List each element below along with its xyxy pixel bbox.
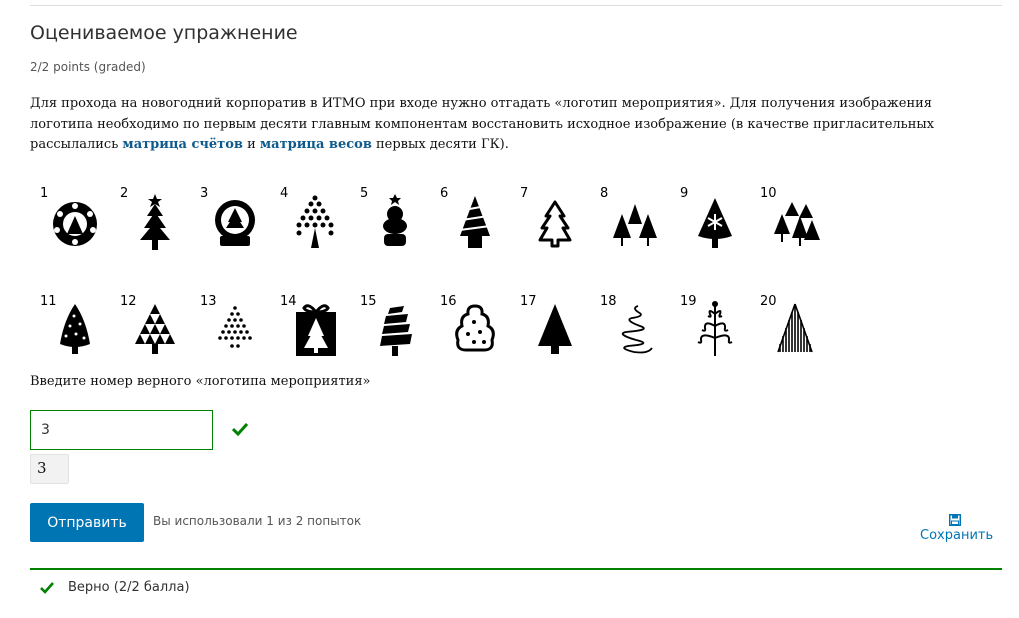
striped-tree-pot-icon [459,196,491,248]
check-icon [40,581,54,594]
logo-option-7: 7 [520,186,580,256]
dotted-tree-icon [296,195,334,248]
save-icon [949,514,961,526]
logo-option-10: 10 [760,186,820,256]
logo-option-14: 14 [280,294,340,364]
dotted-cone-icon [60,304,90,354]
submit-button[interactable]: Отправить [30,503,144,542]
logo-option-13: 13 [200,294,260,364]
logo-option-4: 4 [280,186,340,256]
scores-matrix-link[interactable]: матрица счётов [122,137,243,152]
logo-option-9: 9 [680,186,740,256]
attempts-text: Вы использовали 1 из 2 попыток [153,514,362,528]
solid-tree-icon [538,304,572,354]
points-status: 2/2 points (graded) [30,60,146,74]
wreath-tree-icon [53,202,97,246]
answer-preview: 3 [30,454,69,484]
logo-option-16: 16 [440,294,500,364]
result-status: Верно (2/2 балла) [40,580,190,595]
logo-option-17: 17 [520,294,580,364]
logo-option-20: 20 [760,294,820,364]
dot-pyramid-icon [218,306,252,348]
round-tree-pot-icon [383,194,407,246]
result-label: Верно (2/2 балла) [68,580,190,595]
outline-tree-icon [538,200,572,248]
gift-box-icon [296,304,336,356]
logo-option-18: 18 [600,294,660,364]
problem-description: Для прохода на новогодний корпоратив в И… [30,96,935,152]
problem-title: Оцениваемое упражнение [30,22,298,44]
top-divider [30,5,1002,6]
correct-check-icon [231,421,249,440]
triangle-tree-icon [135,304,175,354]
star-tree-icon [140,194,170,250]
three-trees-icon [613,204,657,246]
save-button[interactable]: Сохранить [920,514,994,543]
answer-prompt: Введите номер верного «логотипа мероприя… [30,374,371,389]
save-label: Сохранить [920,528,994,543]
status-bar [30,568,1002,570]
logo-option-19: 19 [680,294,740,364]
forest-icon [774,202,820,246]
logo-option-12: 12 [120,294,180,364]
snowflake-tree-icon [698,198,732,248]
spiral-tree-icon [621,305,653,354]
logo-option-2: 2 [120,186,180,256]
weights-matrix-link[interactable]: матрица весов [260,137,372,152]
line-tree-icon [777,303,813,353]
logo-option-5: 5 [360,186,420,256]
logo-option-11: 11 [40,294,100,364]
logo-option-8: 8 [600,186,660,256]
logo-option-15: 15 [360,294,420,364]
logo-option-3: 3 [200,186,260,256]
logo-option-6: 6 [440,186,500,256]
curly-tree-icon [697,301,733,356]
logo-option-1: 1 [40,186,100,256]
snow-globe-icon [215,200,255,246]
cloud-tree-icon [455,304,495,352]
ribbon-tree-icon [380,306,412,356]
answer-input[interactable] [30,410,213,450]
